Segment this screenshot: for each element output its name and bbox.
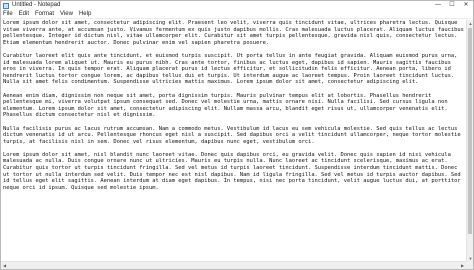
menu-bar: File Edit Format View Help [1,10,473,19]
vertical-scrollbar[interactable]: ▲ ▼ [466,20,473,262]
menu-edit[interactable]: Edit [19,10,29,19]
notepad-icon [3,2,9,9]
paragraph-5: Lorem ipsum dolor sit amet, nisl blandit… [3,151,464,191]
window-controls: — ☐ ✕ [431,1,473,10]
paragraph-4: Nulla facilisis purus ac lacus rutrum ac… [3,125,464,145]
paragraph-2: Curabitur laoreet elit quis ante tincidu… [3,52,461,86]
minimize-button[interactable]: — [431,1,445,10]
vertical-scroll-thumb[interactable] [468,28,472,234]
paragraph-1: Lorem ipsum dolor sit amet, consectetur … [3,20,464,46]
menu-file[interactable]: File [3,10,13,19]
close-button[interactable]: ✕ [459,1,473,10]
text-editor[interactable]: Lorem ipsum dolor sit amet, consectetur … [3,20,465,262]
menu-format[interactable]: Format [35,10,54,19]
scroll-right-icon[interactable]: ▶ [459,262,466,269]
maximize-button[interactable]: ☐ [445,1,459,10]
menu-help[interactable]: Help [79,10,91,19]
scroll-left-icon[interactable]: ◀ [1,262,8,269]
scroll-up-icon[interactable]: ▲ [467,20,474,27]
paragraph-3: Aenean enim diam, dignissim non neque si… [3,92,451,119]
scrollbar-corner [466,261,473,269]
menu-view[interactable]: View [60,10,73,19]
horizontal-scrollbar[interactable]: ◀ ▶ [1,261,466,269]
